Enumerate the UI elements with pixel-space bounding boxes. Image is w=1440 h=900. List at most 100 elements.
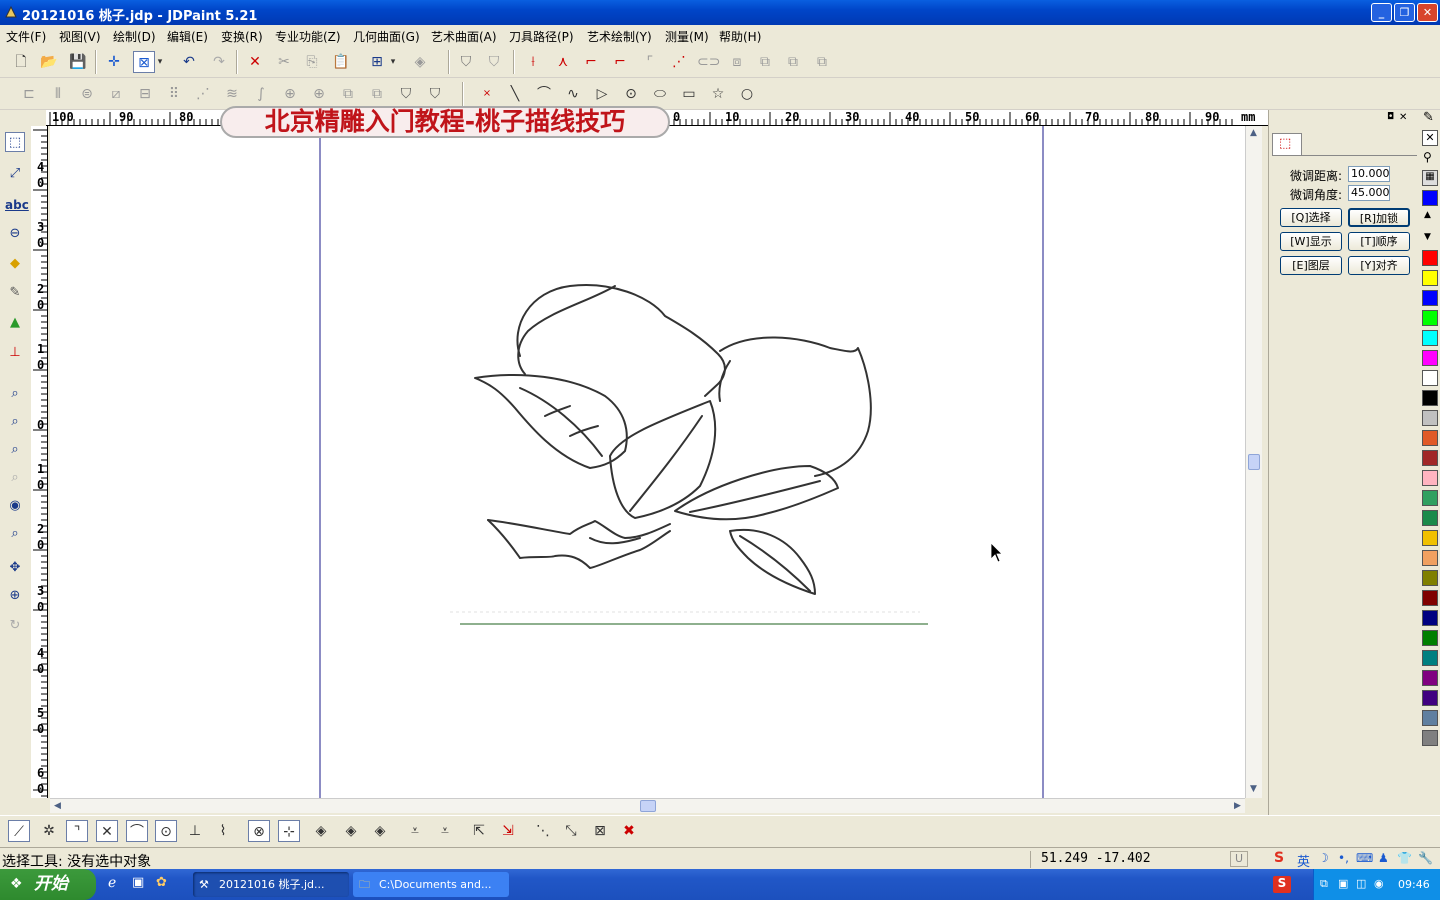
ie-icon[interactable]: ℯ xyxy=(108,875,116,891)
grid-icon[interactable]: ⊞ xyxy=(366,51,388,73)
vertical-scroll-thumb[interactable] xyxy=(1248,454,1260,470)
no-color-icon[interactable]: ✕ xyxy=(1422,130,1438,146)
trim-icon[interactable]: ⟊ xyxy=(522,51,544,73)
star-icon[interactable]: ☆ xyxy=(707,83,729,105)
menu-view[interactable]: 视图(V) xyxy=(59,28,101,45)
layer-up-icon[interactable]: ⩡ xyxy=(434,820,456,842)
align-icon-3[interactable]: ⊜ xyxy=(76,83,98,105)
shield-shape-icon[interactable]: ⛉ xyxy=(455,51,477,73)
palette-scroll-down-icon[interactable]: ▼ xyxy=(1424,232,1431,242)
color-swatch[interactable] xyxy=(1422,610,1438,626)
view-eye-icon[interactable]: ◉ xyxy=(5,496,25,516)
horizontal-scrollbar[interactable]: ◀ ▶ xyxy=(50,798,1245,813)
keyboard-icon[interactable]: ⌨ xyxy=(1356,851,1373,865)
zoom-window-icon[interactable]: ⌕ xyxy=(5,384,25,404)
pen-color-icon[interactable]: ✎ xyxy=(1423,110,1434,125)
current-color-swatch[interactable] xyxy=(1422,190,1438,206)
punctuation-icon[interactable]: •, xyxy=(1338,851,1349,865)
lock-button[interactable]: [R]加锁 xyxy=(1348,208,1410,227)
text-tool-icon[interactable]: abc xyxy=(5,195,29,215)
ime-logo-icon[interactable]: S xyxy=(1274,850,1284,866)
drawing-canvas[interactable] xyxy=(50,126,1245,798)
arc-icon[interactable]: ⌒ xyxy=(533,83,555,105)
zoom-in-icon[interactable]: ⌕ xyxy=(5,440,25,460)
layer-down-icon[interactable]: ⩡ xyxy=(404,820,426,842)
rectangle-icon[interactable]: ▭ xyxy=(678,83,700,105)
align-icon-5[interactable]: ⊟ xyxy=(134,83,156,105)
select-tool-icon[interactable]: ⬚ xyxy=(5,132,25,152)
color-swatch[interactable] xyxy=(1422,430,1438,446)
center-icon[interactable]: ⊕ xyxy=(279,83,301,105)
ungroup-icon[interactable]: ⧉ xyxy=(366,83,388,105)
eyedropper-icon[interactable]: ⚲ xyxy=(1423,150,1432,164)
snap-intersection-icon[interactable]: ✕ xyxy=(96,820,118,842)
close-button[interactable]: ✕ xyxy=(1417,3,1438,22)
tools-icon[interactable]: 🔧 xyxy=(1418,851,1433,865)
menu-file[interactable]: 文件(F) xyxy=(6,28,46,45)
ime-language[interactable]: 英 xyxy=(1297,851,1310,870)
extend-icon[interactable]: ⋏ xyxy=(552,51,574,73)
color-swatch[interactable] xyxy=(1422,450,1438,466)
cut-icon[interactable]: ✂ xyxy=(273,51,295,73)
skin-icon[interactable]: 👕 xyxy=(1397,851,1412,865)
delete-icon[interactable]: ✕ xyxy=(244,51,266,73)
task-explorer[interactable]: 🗀 C:\Documents and... xyxy=(353,872,509,897)
spline-icon[interactable]: ∫ xyxy=(250,83,272,105)
fill-tool-icon[interactable]: ▲ xyxy=(5,313,25,333)
copy-icon[interactable]: ⎘ xyxy=(301,51,323,73)
curve-icon[interactable]: ∿ xyxy=(562,83,584,105)
redo-icon[interactable]: ↷ xyxy=(208,51,230,73)
pick-icon[interactable]: ⇱ xyxy=(468,820,490,842)
chamfer-icon[interactable]: ⌐ xyxy=(609,51,631,73)
unpick-icon[interactable]: ⇲ xyxy=(497,820,519,842)
color-swatch[interactable] xyxy=(1422,510,1438,526)
paste-icon[interactable]: 📋 xyxy=(330,51,352,73)
menu-art-draw[interactable]: 艺术绘制(Y) xyxy=(587,28,652,45)
align-icon-2[interactable]: ⫴ xyxy=(47,83,69,105)
select-button[interactable]: [Q]选择 xyxy=(1280,208,1342,227)
node-icon[interactable]: ⋰ xyxy=(192,83,214,105)
menu-draw[interactable]: 绘制(D) xyxy=(113,28,156,45)
point-icon[interactable]: × xyxy=(476,83,498,105)
restore-button[interactable]: ❐ xyxy=(1394,3,1415,22)
new-file-icon[interactable]: 🗋 xyxy=(10,51,32,73)
task-jdpaint[interactable]: ⚒ 20121016 桃子.jd... xyxy=(193,872,349,897)
color-swatch[interactable] xyxy=(1422,310,1438,326)
shield-shape-icon-2[interactable]: ⛉ xyxy=(483,51,505,73)
corner-icon[interactable]: ⌜ xyxy=(639,51,661,73)
snap-grid-icon-2[interactable]: ◈ xyxy=(340,820,362,842)
menu-professional[interactable]: 专业功能(Z) xyxy=(275,28,341,45)
array-icon-3[interactable]: ⧉ xyxy=(811,51,833,73)
shield-shape-icon-4[interactable]: ⛉ xyxy=(424,83,446,105)
zoom-previous-icon[interactable]: ⌕ xyxy=(5,468,25,488)
network-icon[interactable]: ⧉ xyxy=(1320,877,1328,891)
dropdown-arrow-icon[interactable]: ▾ xyxy=(155,51,165,73)
node-delete-icon[interactable]: ⊠ xyxy=(589,820,611,842)
snap-perpendicular-icon[interactable]: ⊥ xyxy=(184,820,206,842)
circle-outline-icon[interactable]: ○ xyxy=(736,83,758,105)
circle-icon[interactable]: ⊙ xyxy=(620,83,642,105)
array-icon-2[interactable]: ⧉ xyxy=(782,51,804,73)
measure-tool-icon[interactable]: ⊥ xyxy=(5,343,25,363)
menu-toolpath[interactable]: 刀具路径(P) xyxy=(509,28,574,45)
snap-corner-icon[interactable]: ⌝ xyxy=(66,820,88,842)
zoom-realtime-icon[interactable]: ⊕ xyxy=(5,586,25,606)
color-swatch[interactable] xyxy=(1422,570,1438,586)
panel-select-tab[interactable]: ⬚ xyxy=(1272,133,1302,155)
shape-tool-icon[interactable]: ⊖ xyxy=(5,224,25,244)
select-box-icon[interactable]: ⊠ xyxy=(133,51,155,73)
volume-icon[interactable]: ◉ xyxy=(1374,877,1384,890)
wave-icon[interactable]: ≋ xyxy=(221,83,243,105)
line-icon[interactable]: ╲ xyxy=(504,83,526,105)
scroll-left-icon[interactable]: ◀ xyxy=(50,799,65,814)
color-swatch[interactable] xyxy=(1422,350,1438,366)
menu-geometry-surface[interactable]: 几何曲面(G) xyxy=(353,28,420,45)
palette-scroll-up-icon[interactable]: ▲ xyxy=(1424,210,1431,220)
color-swatch[interactable] xyxy=(1422,410,1438,426)
moon-icon[interactable]: ☽ xyxy=(1318,851,1329,865)
snap-arc-icon[interactable]: ⌒ xyxy=(126,820,148,842)
color-swatch[interactable] xyxy=(1422,590,1438,606)
color-swatch[interactable] xyxy=(1422,290,1438,306)
vertical-scrollbar[interactable]: ▲ ▼ xyxy=(1245,126,1262,798)
node-add-icon[interactable]: ⋱ xyxy=(532,820,554,842)
